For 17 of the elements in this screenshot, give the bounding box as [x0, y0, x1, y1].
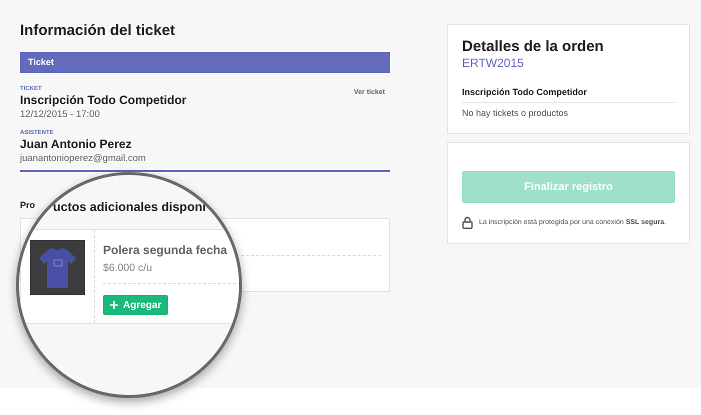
- order-code: ERTW2015: [462, 56, 525, 71]
- ticket-date: 12/12/2015 - 17:00: [20, 108, 101, 121]
- ticket-name: Inscripción Todo Competidor: [20, 93, 186, 108]
- plus-icon: [110, 301, 118, 309]
- product-price: $6.000 c/u: [103, 261, 152, 276]
- empty-message: No hay tickets o productos: [462, 107, 570, 119]
- order-item: Inscripción Todo Competidor: [462, 86, 675, 103]
- section-heading: Pro: [20, 199, 36, 211]
- order-title: Detalles de la orden: [462, 38, 605, 56]
- product-name: Polera segunda fecha: [103, 242, 228, 259]
- lock-icon: [462, 216, 473, 229]
- section-title: Información del ticket: [20, 22, 176, 40]
- section-bar: Ticket: [20, 52, 390, 73]
- attendee-email: juanantonioperez@gmail.com: [20, 152, 147, 165]
- add-button[interactable]: Agregar: [103, 295, 168, 315]
- attendee-name: Juan Antonio Perez: [20, 137, 133, 152]
- section-heading: uctos adicionales disponi: [53, 199, 206, 216]
